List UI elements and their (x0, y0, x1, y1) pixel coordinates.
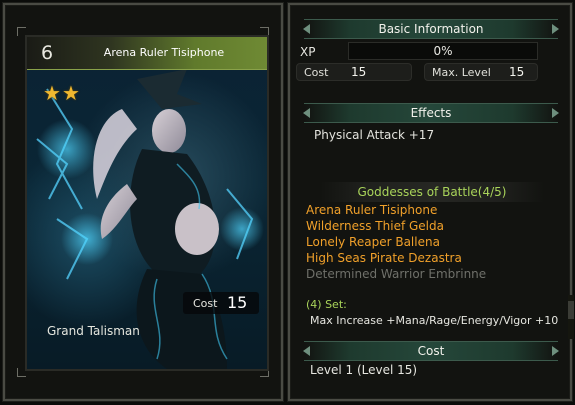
cost-requirement: Level 1 (Level 15) (310, 363, 418, 377)
effects-title: Effects (410, 106, 452, 120)
set-title: Goddesses of Battle(4/5) (357, 185, 507, 199)
set-member-2: Wilderness Thief Gelda (306, 219, 444, 233)
max-level-label: Max. Level (432, 66, 491, 79)
card-cost-badge: Cost 15 (183, 292, 259, 314)
card-type: Grand Talisman (47, 324, 140, 338)
set-member-4: High Seas Pirate Dezastra (306, 251, 462, 265)
cost-label: Cost (304, 66, 329, 79)
set-member-1: Arena Ruler Tisiphone (306, 203, 438, 217)
star-icon: ★ (43, 81, 61, 105)
talisman-card[interactable]: 6 Arena Ruler Tisiphone ★★ Cost 15 Grand… (25, 35, 269, 371)
set-title-bar: Goddesses of Battle(4/5) (320, 182, 544, 202)
details-panel: Basic Information XP 0% Cost 15 Max. Lev… (288, 3, 574, 401)
basic-info-title: Basic Information (378, 22, 484, 36)
basic-info-header: Basic Information (303, 19, 559, 39)
xp-value: 0% (433, 44, 453, 58)
xp-label: XP (300, 45, 316, 59)
card-level: 6 (41, 42, 54, 64)
card-cost-value: 15 (227, 293, 248, 312)
star-icon: ★ (61, 81, 80, 105)
set-bonus-description: Max Increase +Mana/Rage/Energy/Vigor +10 (310, 314, 559, 327)
cost-field: Cost 15 (296, 63, 412, 81)
card-header: 6 Arena Ruler Tisiphone (27, 37, 267, 70)
effect-line: Physical Attack +17 (314, 128, 435, 142)
card-panel: 6 Arena Ruler Tisiphone ★★ Cost 15 Grand… (3, 3, 283, 401)
card-cost-label: Cost (193, 297, 218, 310)
xp-bar: 0% (348, 42, 538, 60)
effects-header: Effects (303, 103, 559, 123)
cost-header: Cost (303, 341, 559, 361)
scrollbar-thumb[interactable] (568, 301, 574, 319)
card-name: Arena Ruler Tisiphone (103, 46, 225, 59)
details-scrollbar[interactable] (568, 295, 574, 339)
set-member-5: Determined Warrior Embrinne (306, 267, 487, 281)
cost-title: Cost (417, 344, 445, 358)
set-bonus-label: (4) Set: (306, 298, 347, 311)
max-level-field: Max. Level 15 (424, 63, 538, 81)
cost-value: 15 (351, 65, 367, 79)
max-level-value: 15 (509, 65, 525, 79)
star-rating: ★★ (43, 81, 81, 105)
set-member-3: Lonely Reaper Ballena (306, 235, 440, 249)
